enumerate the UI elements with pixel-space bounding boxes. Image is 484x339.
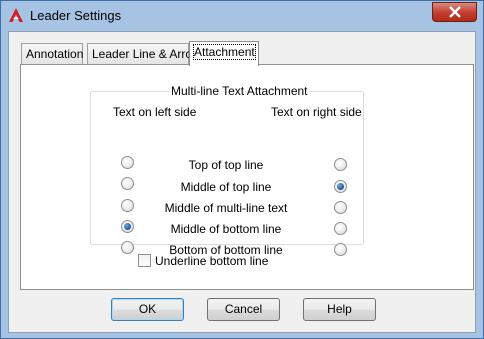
leader-settings-dialog: Leader Settings Annotation Leader Line &… xyxy=(0,0,484,339)
tab-label: Attachment xyxy=(193,44,256,60)
title-bar[interactable]: Leader Settings xyxy=(1,1,483,31)
option-label: Middle of multi-line text xyxy=(164,201,288,215)
close-button[interactable] xyxy=(432,2,477,22)
left-side-header: Text on left side xyxy=(113,105,197,119)
tab-leader-line-arrow[interactable]: Leader Line & Arrow xyxy=(87,43,201,64)
cancel-button[interactable]: Cancel xyxy=(207,298,280,321)
option-label: Middle of top line xyxy=(180,180,272,194)
group-title: Multi-line Text Attachment xyxy=(169,84,310,98)
close-icon xyxy=(449,6,461,18)
tab-annotation[interactable]: Annotation xyxy=(21,43,83,64)
underline-bottom-line-checkbox[interactable] xyxy=(138,254,151,267)
tab-label: Annotation xyxy=(26,47,84,61)
radio-right-bottom-of-bottom-line[interactable] xyxy=(334,243,347,256)
tab-attachment[interactable]: Attachment xyxy=(189,41,259,66)
option-label: Top of top line xyxy=(188,158,264,172)
window-title: Leader Settings xyxy=(30,8,122,23)
autocad-logo-icon xyxy=(8,7,24,23)
option-label: Middle of bottom line xyxy=(170,222,282,236)
tab-label: Leader Line & Arrow xyxy=(92,47,201,61)
underline-bottom-line-label[interactable]: Underline bottom line xyxy=(155,254,268,268)
radio-right-middle-of-multi-line-text[interactable] xyxy=(334,201,347,214)
help-button[interactable]: Help xyxy=(303,298,376,321)
dialog-body: Annotation Leader Line & Arrow Attachmen… xyxy=(8,31,476,333)
ok-button[interactable]: OK xyxy=(111,298,184,321)
radio-right-middle-of-top-line[interactable] xyxy=(334,180,347,193)
right-side-header: Text on right side xyxy=(271,105,362,119)
ok-label: OK xyxy=(138,302,157,316)
cancel-label: Cancel xyxy=(224,302,263,316)
help-label: Help xyxy=(327,302,352,316)
radio-right-middle-of-bottom-line[interactable] xyxy=(334,222,347,235)
radio-right-top-of-top-line[interactable] xyxy=(334,158,347,171)
